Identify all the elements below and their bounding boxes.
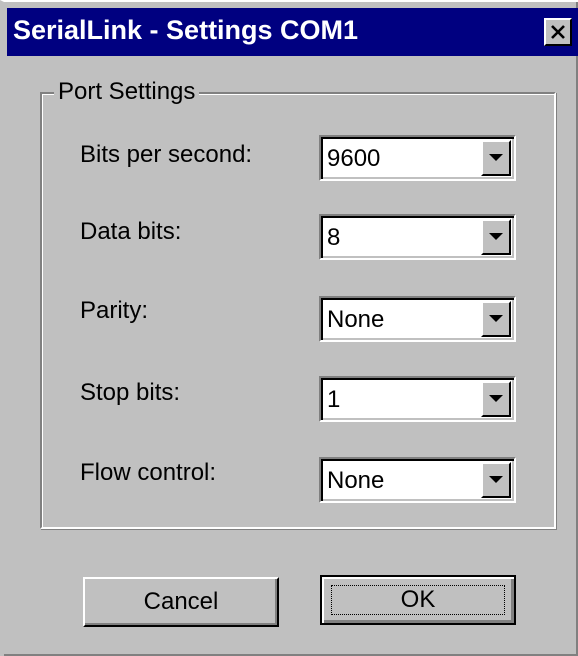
flow-control-label: Flow control:	[80, 459, 217, 486]
parity-select[interactable]: None	[319, 296, 516, 342]
ok-button[interactable]: OK	[320, 575, 516, 625]
bits-per-second-label: Bits per second:	[80, 141, 253, 168]
chevron-down-icon	[489, 315, 503, 322]
flow-control-value: None	[327, 467, 385, 494]
data-bits-value: 8	[327, 224, 341, 251]
flow-control-select[interactable]: None	[319, 457, 516, 503]
bits-per-second-value: 9600	[327, 145, 381, 172]
chevron-down-icon	[489, 395, 503, 402]
stop-bits-select[interactable]: 1	[319, 376, 516, 422]
flow-control-dropdown-button[interactable]	[481, 462, 511, 498]
parity-dropdown-button[interactable]	[481, 301, 511, 337]
stop-bits-label: Stop bits:	[80, 379, 181, 406]
chevron-down-icon	[489, 476, 503, 483]
focus-rectangle	[331, 585, 505, 615]
settings-dialog: SerialLink - Settings COM1 Port Settings…	[0, 0, 578, 656]
cancel-button[interactable]: Cancel	[83, 577, 279, 627]
parity-value: None	[327, 306, 385, 333]
parity-label: Parity:	[80, 297, 149, 324]
bits-per-second-select[interactable]: 9600	[319, 135, 516, 181]
bits-per-second-dropdown-button[interactable]	[481, 140, 511, 176]
cancel-button-label: Cancel	[143, 588, 219, 615]
stop-bits-dropdown-button[interactable]	[481, 381, 511, 417]
data-bits-select[interactable]: 8	[319, 214, 516, 260]
title-bar[interactable]: SerialLink - Settings COM1	[7, 8, 578, 56]
data-bits-dropdown-button[interactable]	[481, 219, 511, 255]
chevron-down-icon	[489, 233, 503, 240]
port-settings-label: Port Settings	[54, 78, 200, 106]
stop-bits-value: 1	[327, 386, 341, 413]
chevron-down-icon	[489, 154, 503, 161]
data-bits-label: Data bits:	[80, 218, 182, 245]
close-icon	[551, 25, 565, 39]
window-title: SerialLink - Settings COM1	[13, 15, 359, 45]
close-button[interactable]	[544, 18, 572, 46]
